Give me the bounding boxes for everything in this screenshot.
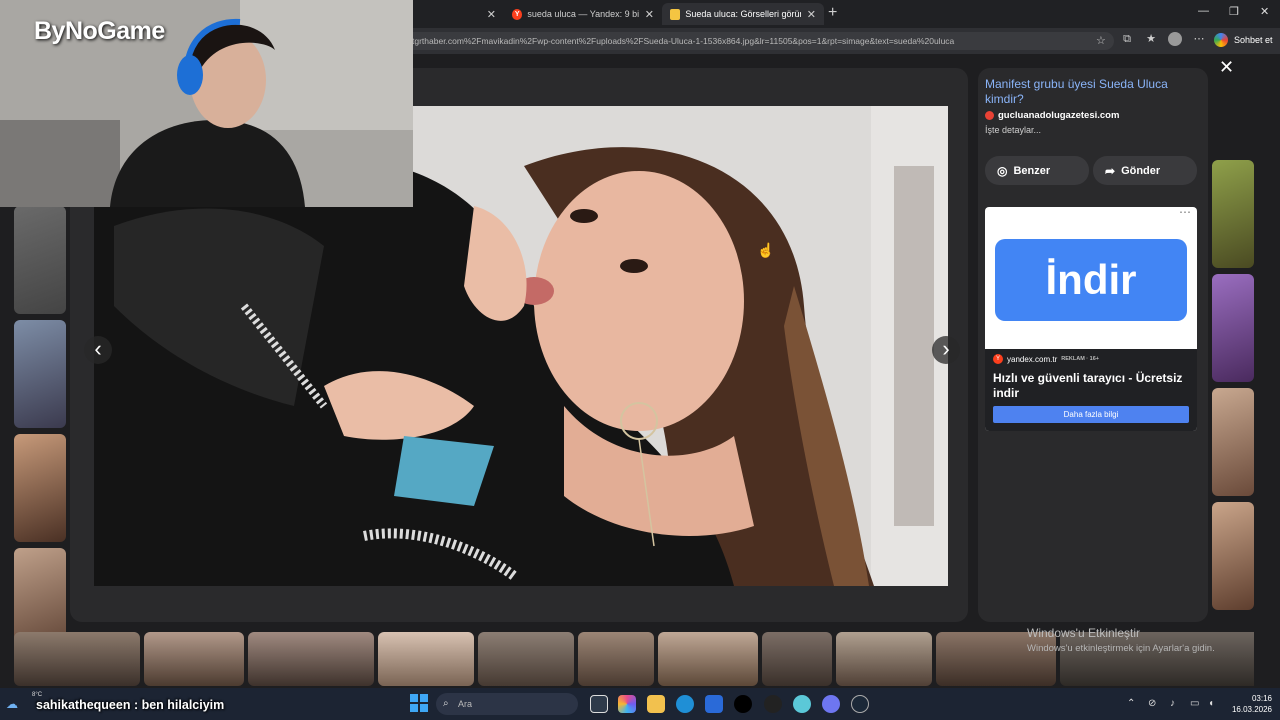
thumbnail[interactable] xyxy=(14,320,66,428)
thumbnail[interactable] xyxy=(936,632,1056,686)
ad-domain: Y yandex.com.tr REKLAM · 16+ xyxy=(993,354,1099,364)
tab-yandex-search[interactable]: Y sueda uluca — Yandex: 9 bin sonu ✕ xyxy=(504,3,662,25)
tab-label: sueda uluca — Yandex: 9 bin sonu xyxy=(527,9,638,19)
weather-icon[interactable]: ☁ xyxy=(6,697,18,711)
thumbnail[interactable] xyxy=(658,632,758,686)
source-detail: İşte detaylar... xyxy=(985,125,1042,135)
maximize-icon[interactable]: ❐ xyxy=(1229,5,1239,18)
tiktok-icon[interactable] xyxy=(734,695,752,713)
channel-logo: ByNoGame xyxy=(34,17,165,45)
thumbnail[interactable] xyxy=(1212,388,1254,496)
yandex-icon: Y xyxy=(993,354,1003,364)
activation-subtitle: Windows'u etkinleştirmek için Ayarlar'a … xyxy=(1027,643,1215,654)
search-icon: ⌕ xyxy=(443,698,449,709)
yandex-icon: Y xyxy=(512,8,523,20)
app-icon[interactable] xyxy=(793,695,811,713)
close-viewer-icon[interactable]: ✕ xyxy=(1219,57,1234,78)
tray-chevron-up-icon[interactable]: ⌃ xyxy=(1127,698,1135,709)
thumbnail[interactable] xyxy=(144,632,244,686)
tab-previous[interactable]: ✕ xyxy=(414,3,504,25)
edge-browser-icon[interactable] xyxy=(676,695,694,713)
window-close-icon[interactable]: ✕ xyxy=(1260,5,1269,18)
thumbnail-strip-right xyxy=(1212,160,1256,616)
thumbnail[interactable] xyxy=(14,206,66,314)
ad-badge: REKLAM · 16+ xyxy=(1061,356,1099,362)
thumbnail[interactable] xyxy=(1212,502,1254,610)
steam-icon[interactable] xyxy=(851,695,869,713)
ad-footer: Y yandex.com.tr REKLAM · 16+ Hızlı ve gü… xyxy=(985,349,1197,431)
chevron-right-icon: › xyxy=(942,336,950,361)
clock-date: 16.03.2026 xyxy=(1231,705,1272,714)
store-icon[interactable] xyxy=(705,695,723,713)
tray-network-icon[interactable]: ⊘ xyxy=(1148,698,1156,709)
source-domain-label: gucluanadolugazetesi.com xyxy=(998,110,1120,121)
activation-title: Windows'u Etkinleştir xyxy=(1027,626,1140,640)
extensions-icon[interactable]: ⧉ xyxy=(1120,32,1134,46)
chat-label: Sohbet et xyxy=(1234,35,1273,45)
thumbnail[interactable] xyxy=(1212,160,1254,268)
windows-start-icon[interactable] xyxy=(410,694,428,712)
close-icon[interactable]: ✕ xyxy=(487,8,496,21)
thumbnail[interactable] xyxy=(1060,632,1254,686)
thumbnail-strip-left xyxy=(14,206,68,662)
source-domain[interactable]: gucluanadolugazetesi.com xyxy=(985,110,1119,121)
thumbnail[interactable] xyxy=(378,632,474,686)
taskbar-search[interactable]: ⌕ Ara xyxy=(436,693,578,715)
ad-hero[interactable]: İndir xyxy=(995,239,1187,321)
clock-time: 03:16 xyxy=(1251,694,1272,703)
ad-domain-label: yandex.com.tr xyxy=(1007,354,1058,364)
minimize-icon[interactable]: — xyxy=(1198,5,1209,17)
stream-chat-message: sahikathequeen : ben hilalciyim xyxy=(36,698,225,712)
thumbnail[interactable] xyxy=(478,632,574,686)
obs-icon[interactable] xyxy=(764,695,782,713)
ad-title[interactable]: Hızlı ve güvenli tarayıcı - Ücretsiz ind… xyxy=(993,371,1193,401)
thumbnail[interactable] xyxy=(14,434,66,542)
copilot-icon xyxy=(1214,33,1228,47)
tab-images[interactable]: Sueda uluca: Görselleri görüntüley ✕ xyxy=(662,3,824,25)
tray-display-icon[interactable]: ▭ xyxy=(1190,698,1199,709)
thumbnail[interactable] xyxy=(1212,274,1254,382)
url-field[interactable]: tgrthaber.com%2Fmavikadin%2Fwp-content%2… xyxy=(404,32,1114,50)
camera-search-icon: ◎ xyxy=(997,163,1008,178)
thumbnail[interactable] xyxy=(578,632,654,686)
close-icon[interactable]: ✕ xyxy=(645,8,654,21)
favorite-star-icon[interactable]: ☆ xyxy=(1096,34,1106,47)
discord-icon[interactable] xyxy=(822,695,840,713)
thumbnail[interactable] xyxy=(836,632,932,686)
ad-cta-button[interactable]: Daha fazla bilgi xyxy=(993,406,1189,423)
tray-mic-icon[interactable]: ♪ xyxy=(1170,698,1175,709)
site-favicon-icon xyxy=(985,111,994,120)
chevron-left-icon: ‹ xyxy=(94,336,102,361)
close-icon[interactable]: ✕ xyxy=(807,8,816,21)
hand-cursor-icon: ☝ xyxy=(757,242,775,258)
profile-avatar[interactable] xyxy=(1168,32,1182,46)
more-menu-icon[interactable]: ⋯ xyxy=(1192,32,1206,46)
copilot-app-icon[interactable] xyxy=(618,695,636,713)
tab-label: Sueda uluca: Görselleri görüntüley xyxy=(685,9,800,19)
new-tab-icon[interactable]: + xyxy=(828,4,837,22)
thumbnail-strip-bottom xyxy=(14,632,1254,686)
task-view-icon[interactable] xyxy=(590,695,608,713)
similar-label: Benzer xyxy=(1013,164,1051,177)
similar-button[interactable]: ◎ Benzer xyxy=(985,156,1089,185)
tray-volume-icon[interactable]: ◖ xyxy=(1208,698,1214,709)
chat-button[interactable]: Sohbet et xyxy=(1214,31,1273,49)
favorites-icon[interactable]: ★ xyxy=(1144,32,1158,46)
next-image-button[interactable]: › xyxy=(932,336,960,364)
file-explorer-icon[interactable] xyxy=(647,695,665,713)
search-placeholder: Ara xyxy=(458,699,473,709)
share-arrow-icon: ➦ xyxy=(1105,163,1116,178)
taskbar-clock[interactable]: 03:16 16.03.2026 xyxy=(1230,693,1272,715)
previous-image-button[interactable]: ‹ xyxy=(84,336,112,364)
source-title-link[interactable]: Manifest grubu üyesi Sueda Uluca kimdir? xyxy=(985,77,1185,107)
images-icon xyxy=(670,8,681,20)
ad-more-icon[interactable]: ⋯ xyxy=(1179,207,1191,219)
thumbnail[interactable] xyxy=(762,632,832,686)
share-button[interactable]: ➦ Gönder xyxy=(1093,156,1197,185)
ad-card[interactable]: ⋯ İndir Y yandex.com.tr REKLAM · 16+ Hız… xyxy=(985,207,1197,431)
thumbnail[interactable] xyxy=(14,632,140,686)
share-label: Gönder xyxy=(1121,164,1161,177)
thumbnail[interactable] xyxy=(248,632,374,686)
